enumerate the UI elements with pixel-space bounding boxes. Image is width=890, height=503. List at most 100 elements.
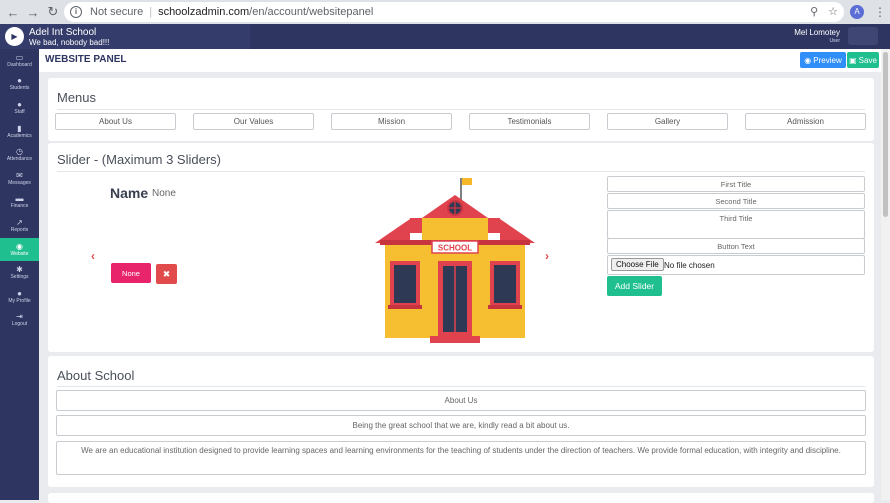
- slider-next-arrow-icon[interactable]: ›: [545, 249, 549, 263]
- school-logo-icon: ▶: [5, 27, 24, 46]
- globe-icon: ◉: [16, 241, 23, 251]
- slide-none-button[interactable]: None: [111, 263, 151, 283]
- page-title: WEBSITE PANEL: [45, 54, 127, 65]
- sidebar-item-label: Finance: [10, 203, 29, 210]
- money-icon: ▬: [15, 194, 24, 204]
- sidebar-item-academics[interactable]: ▮ Academics: [0, 120, 39, 144]
- save-button[interactable]: ▣ Save: [847, 52, 879, 68]
- book-icon: ▮: [17, 123, 22, 133]
- page-header: WEBSITE PANEL ◉ Preview ▣ Save: [39, 49, 881, 72]
- zoom-icon[interactable]: ⚲: [810, 5, 818, 18]
- url-host: schoolzadmin.com: [158, 6, 250, 18]
- about-title: About School: [57, 368, 135, 383]
- preview-label: Preview: [813, 55, 842, 65]
- slide-name-value: None: [152, 188, 176, 199]
- user-role: User: [829, 38, 840, 44]
- menu-item-mission[interactable]: Mission: [331, 113, 452, 130]
- school-tagline: We bad, nobody bad!!!: [29, 37, 110, 47]
- school-illustration: SCHOOL: [370, 173, 540, 343]
- sidebar-item-my-profile[interactable]: ● My Profile: [0, 285, 39, 309]
- menu-item-our-values[interactable]: Our Values: [193, 113, 314, 130]
- staff-icon: ●: [17, 99, 22, 109]
- more-menu-icon[interactable]: ⋮: [874, 4, 886, 20]
- sidebar-item-label: Logout: [11, 321, 28, 328]
- sidebar-item-website[interactable]: ◉ Website: [0, 237, 39, 262]
- logout-icon: ⇥: [16, 312, 23, 322]
- sidebar: ▭ Dashboard ● Students ● Staff ▮ Academics ◷…: [0, 49, 39, 500]
- scrollbar-thumb[interactable]: [883, 52, 888, 217]
- sidebar-item-students[interactable]: ● Students: [0, 73, 39, 97]
- chart-icon: ↗: [16, 217, 23, 227]
- sidebar-item-label: Website: [10, 250, 29, 257]
- menu-item-gallery[interactable]: Gallery: [607, 113, 728, 130]
- sidebar-item-dashboard[interactable]: ▭ Dashboard: [0, 49, 39, 73]
- second-title-input[interactable]: Second Title: [607, 193, 865, 209]
- app-header: ▶ Adel Int School We bad, nobody bad!!! …: [0, 24, 890, 49]
- envelope-icon: ✉: [16, 170, 23, 180]
- slider-card: Slider - (Maximum 3 Sliders) ‹ › Name No…: [48, 143, 874, 352]
- users-icon: ●: [17, 76, 22, 86]
- sidebar-item-attendance[interactable]: ◷ Attendance: [0, 143, 39, 167]
- main-content: WEBSITE PANEL ◉ Preview ▣ Save Menus About…: [39, 49, 881, 503]
- sidebar-item-label: Messages: [8, 179, 31, 186]
- third-title-textarea[interactable]: Third Title: [607, 210, 865, 239]
- back-arrow-icon[interactable]: ←: [3, 2, 23, 22]
- info-icon[interactable]: i: [70, 6, 82, 18]
- forward-arrow-icon[interactable]: →: [23, 2, 43, 22]
- sidebar-item-label: Staff: [14, 108, 25, 115]
- gear-icon: ✱: [16, 265, 23, 275]
- sidebar-item-label: Academics: [7, 132, 32, 139]
- eye-icon: ◉: [804, 55, 812, 65]
- about-card: About School About Us Being the great sc…: [48, 356, 874, 487]
- about-heading-input[interactable]: About Us: [56, 390, 866, 411]
- slider-prev-arrow-icon[interactable]: ‹: [91, 249, 95, 263]
- menu-item-about-us[interactable]: About Us: [55, 113, 176, 130]
- choose-file-button[interactable]: Choose File: [611, 258, 664, 271]
- separator: |: [149, 6, 153, 18]
- button-text-input[interactable]: Button Text: [607, 238, 865, 254]
- floppy-icon: ▣: [849, 55, 857, 65]
- bookmark-star-icon[interactable]: ☆: [828, 5, 838, 18]
- menu-item-testimonials[interactable]: Testimonials: [469, 113, 590, 130]
- menus-card: Menus About Us Our Values Mission Testim…: [48, 78, 874, 141]
- divider: [57, 109, 865, 110]
- security-label: Not secure: [90, 6, 144, 18]
- slider-title: Slider - (Maximum 3 Sliders): [57, 152, 221, 167]
- school-name: Adel Int School: [29, 26, 97, 38]
- about-body-textarea[interactable]: We are an educational institution design…: [56, 441, 866, 475]
- sidebar-item-messages[interactable]: ✉ Messages: [0, 167, 39, 191]
- sidebar-item-finance[interactable]: ▬ Finance: [0, 191, 39, 215]
- next-card: [48, 493, 874, 503]
- user-name: Mel Lomotey: [794, 28, 840, 37]
- sidebar-item-staff[interactable]: ● Staff: [0, 96, 39, 120]
- user-avatar[interactable]: [848, 27, 878, 45]
- sidebar-item-label: Students: [9, 85, 30, 92]
- sidebar-item-label: Reports: [10, 226, 29, 233]
- first-title-input[interactable]: First Title: [607, 176, 865, 192]
- save-label: Save: [858, 55, 877, 65]
- reload-icon[interactable]: ↻: [43, 2, 63, 22]
- slide-delete-button[interactable]: ✖: [156, 264, 177, 284]
- clock-icon: ◷: [16, 147, 23, 157]
- profile-avatar[interactable]: A: [850, 5, 864, 19]
- sidebar-item-logout[interactable]: ⇥ Logout: [0, 309, 39, 333]
- add-slider-button[interactable]: Add Slider: [607, 276, 662, 296]
- sidebar-item-settings[interactable]: ✱ Settings: [0, 261, 39, 285]
- menu-item-admission[interactable]: Admission: [745, 113, 866, 130]
- address-bar[interactable]: i Not secure | schoolzadmin.com/en/accou…: [64, 2, 844, 22]
- user-info[interactable]: Mel Lomotey User: [794, 27, 840, 44]
- menus-title: Menus: [57, 90, 97, 105]
- sidebar-item-label: Attendance: [6, 156, 33, 163]
- sidebar-item-reports[interactable]: ↗ Reports: [0, 214, 39, 238]
- divider: [57, 171, 865, 172]
- url-path: /en/account/websitepanel: [249, 6, 374, 18]
- sidebar-item-label: Dashboard: [7, 61, 32, 68]
- user-icon: ●: [17, 288, 22, 298]
- preview-button[interactable]: ◉ Preview: [800, 52, 846, 68]
- monitor-icon: ▭: [15, 52, 24, 62]
- brand[interactable]: ▶ Adel Int School We bad, nobody bad!!!: [0, 24, 250, 49]
- sidebar-item-label: Settings: [10, 274, 29, 281]
- about-subheading-input[interactable]: Being the great school that we are, kind…: [56, 415, 866, 436]
- no-file-label: No file chosen: [664, 261, 715, 270]
- browser-toolbar: ← → ↻ i Not secure | schoolzadmin.com/en…: [0, 0, 890, 24]
